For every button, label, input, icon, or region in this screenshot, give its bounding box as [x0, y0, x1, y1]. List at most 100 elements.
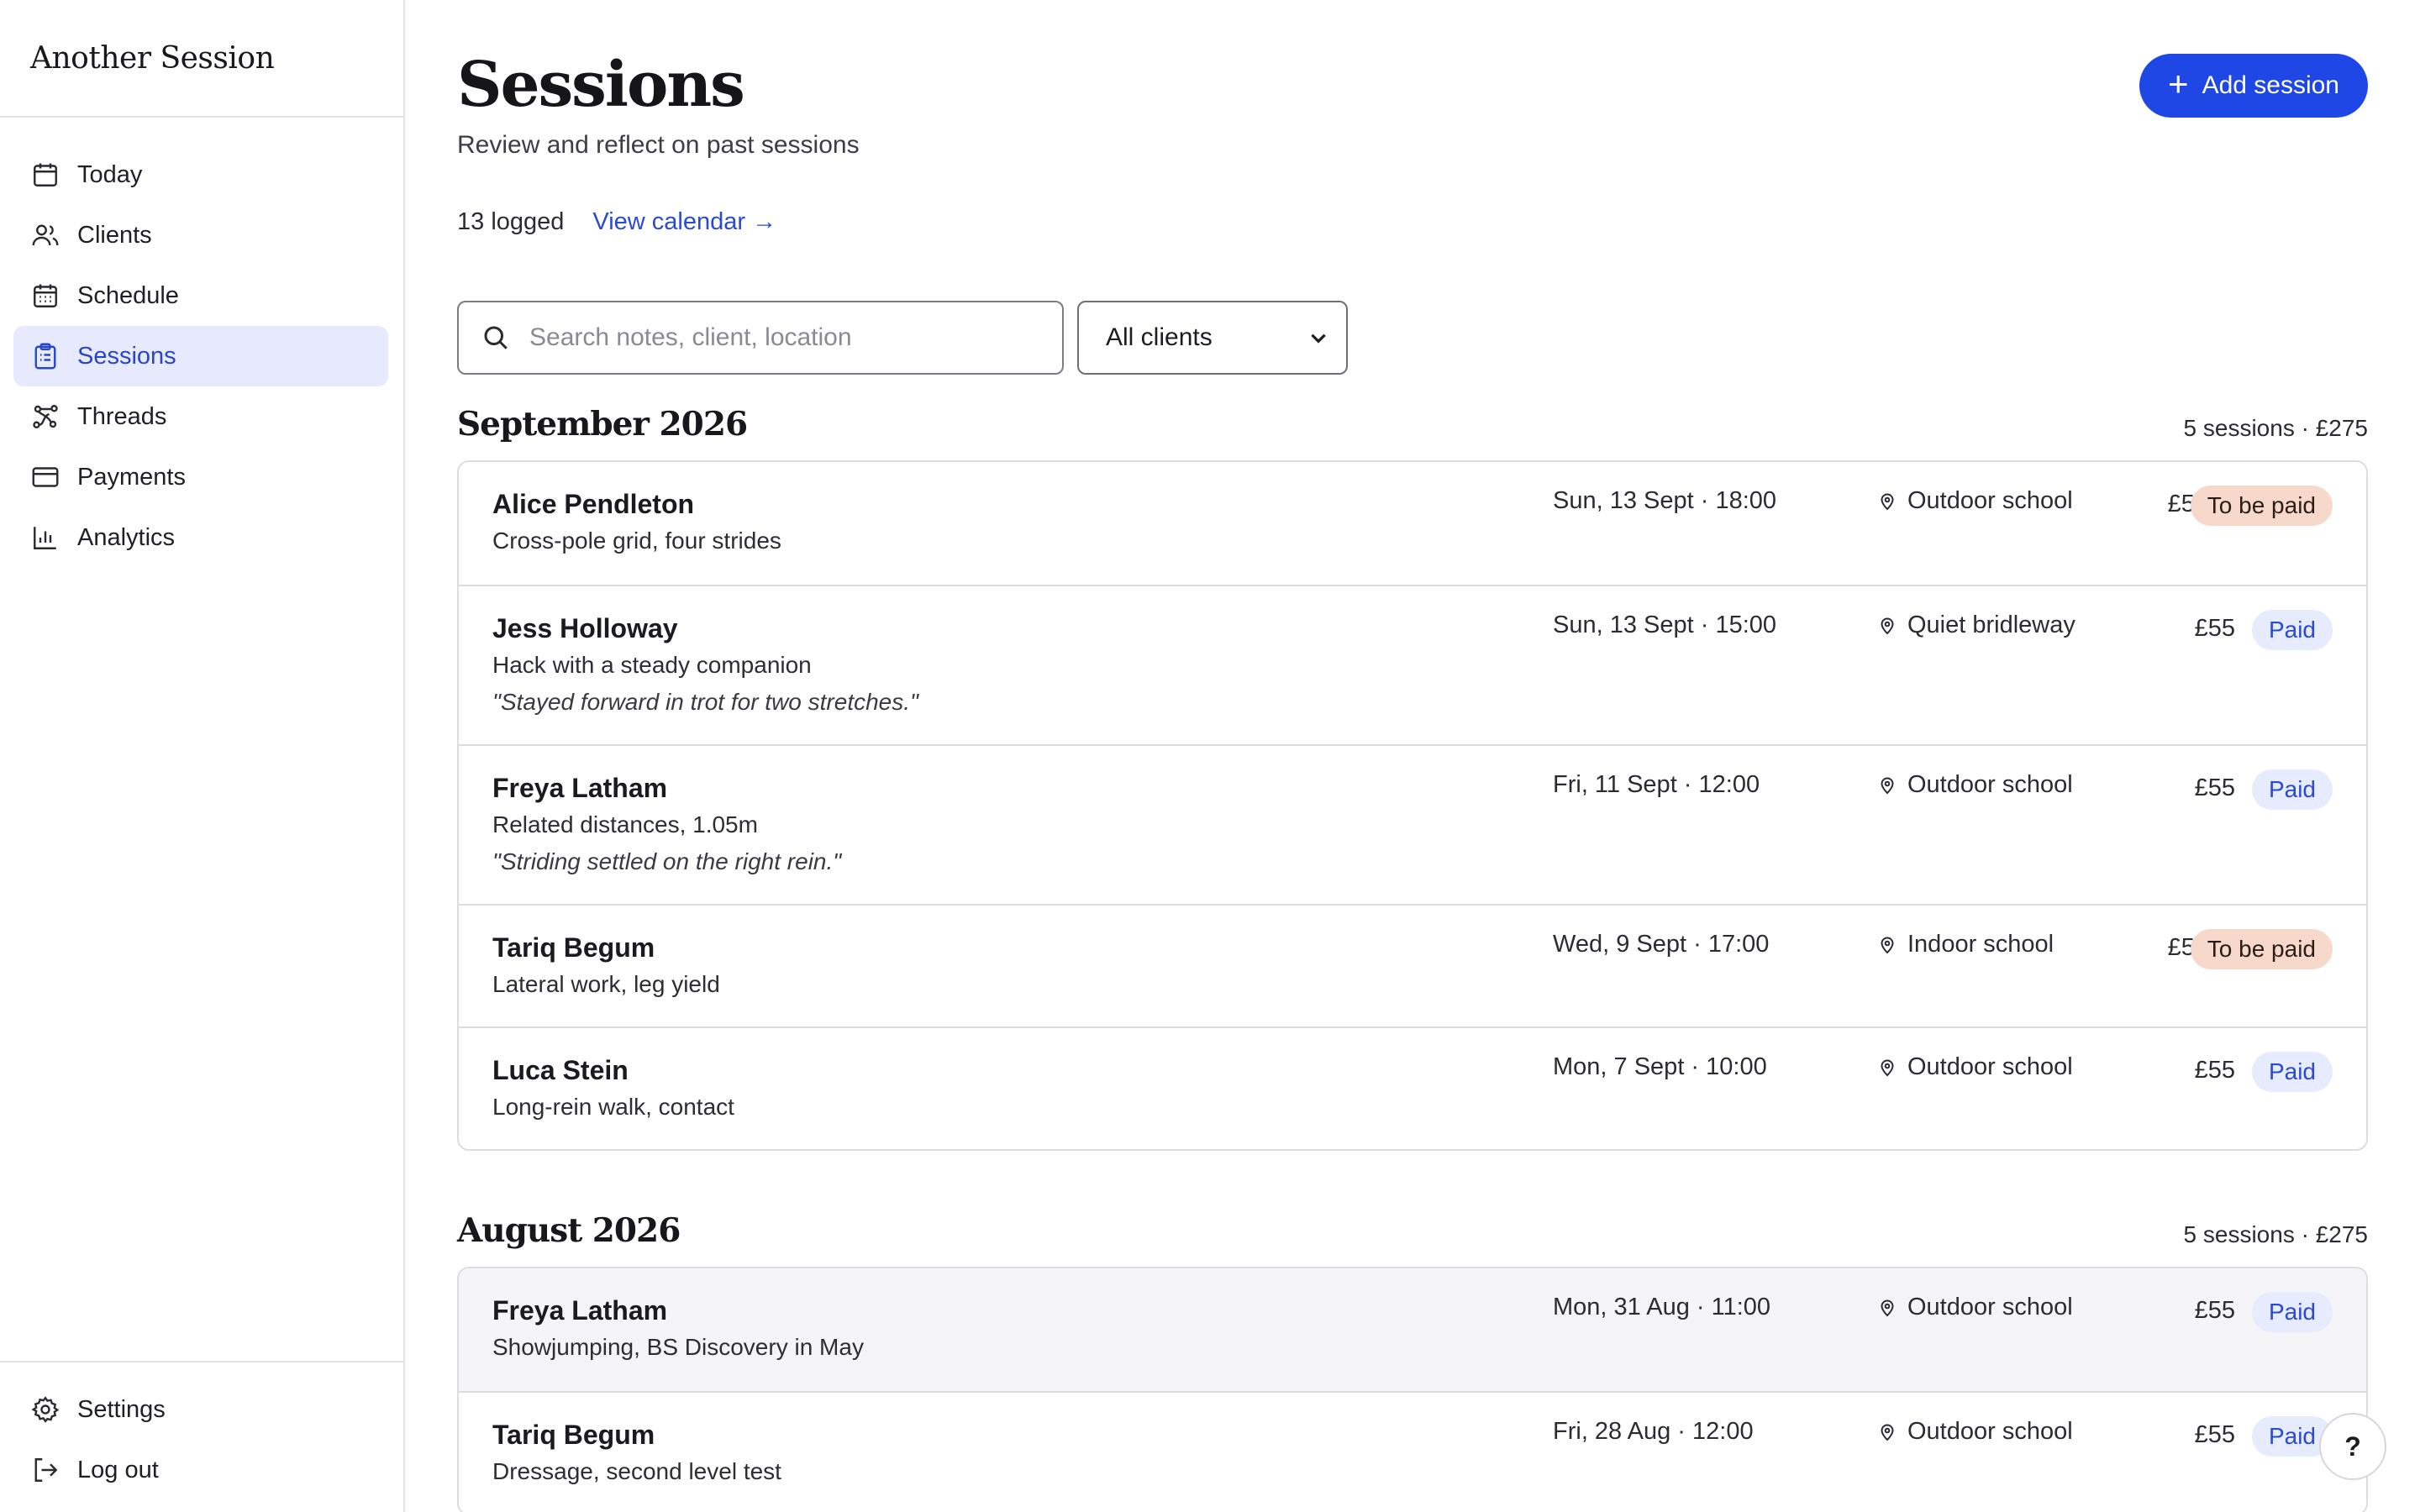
- group-header: September 2026 5 sessions · £275: [457, 396, 2368, 444]
- session-location: Outdoor school: [1877, 487, 2073, 515]
- session-row[interactable]: Luca Stein Long-rein walk, contact Mon, …: [459, 1026, 2366, 1149]
- location-label: Outdoor school: [1907, 1294, 2073, 1320]
- sidebar-item-label: Payments: [77, 463, 186, 491]
- sidebar-item-label: Threads: [77, 402, 167, 430]
- session-price: £55: [2194, 1057, 2235, 1084]
- status-badge: Paid: [2251, 1052, 2333, 1092]
- client-name: Jess Holloway: [492, 613, 678, 643]
- session-row[interactable]: Tariq Begum Dressage, second level test …: [459, 1391, 2366, 1512]
- map-pin-icon: [1881, 617, 1894, 634]
- map-pin-icon: [1881, 1299, 1894, 1316]
- map-pin-icon: [1881, 937, 1894, 953]
- clipboard-icon: [34, 343, 56, 370]
- session-row[interactable]: Jess Holloway Hack with a steady compani…: [459, 585, 2366, 744]
- help-button[interactable]: ?: [2319, 1413, 2386, 1480]
- threads-icon: [33, 405, 58, 428]
- add-session-label: Add session: [2202, 71, 2339, 99]
- location-label: Quiet bridleway: [1907, 612, 2075, 638]
- sidebar-item-payments[interactable]: Payments: [13, 447, 388, 507]
- group-title: September 2026: [457, 405, 748, 444]
- sidebar-item-today[interactable]: Today: [13, 144, 388, 205]
- sidebar-item-logout[interactable]: Log out: [13, 1440, 388, 1500]
- client-name: Tariq Begum: [492, 1420, 655, 1450]
- session-location: Outdoor school: [1877, 1294, 2073, 1321]
- client-filter-value: All clients: [1106, 323, 1213, 351]
- session-description: Dressage, second level test: [492, 1458, 781, 1484]
- session-reflection: "Striding settled on the right rein.": [492, 848, 842, 874]
- session-description: Showjumping, BS Discovery in May: [492, 1334, 864, 1360]
- session-reflection: "Stayed forward in trot for two stretche…: [492, 689, 918, 715]
- client-name: Tariq Begum: [492, 932, 655, 963]
- status-badge: To be paid: [2190, 486, 2333, 526]
- sidebar-footer: Settings Log out: [0, 1361, 403, 1500]
- users-icon: [32, 224, 59, 246]
- session-group-august: August 2026 5 sessions · £275 Freya Lath…: [457, 1203, 2368, 1512]
- session-description: Cross-pole grid, four strides: [492, 528, 781, 554]
- session-row[interactable]: Alice Pendleton Cross-pole grid, four st…: [459, 462, 2366, 585]
- session-group-september: September 2026 5 sessions · £275 Alice P…: [457, 396, 2368, 1151]
- location-label: Indoor school: [1907, 931, 2054, 958]
- session-summary: 13 logged View calendar →: [457, 208, 776, 236]
- bar-chart-icon: [34, 527, 56, 549]
- session-datetime: Fri, 11 Sept · 12:00: [1553, 771, 1760, 798]
- sidebar-nav: Today Clients Schedule Sessions Threads …: [0, 118, 403, 568]
- session-row[interactable]: Tariq Begum Lateral work, leg yield Wed,…: [459, 904, 2366, 1026]
- status-badge: To be paid: [2190, 929, 2333, 969]
- status-badge: Paid: [2251, 769, 2333, 810]
- map-pin-icon: [1881, 1424, 1894, 1441]
- sidebar-item-schedule[interactable]: Schedule: [13, 265, 388, 326]
- session-location: Outdoor school: [1877, 771, 2073, 799]
- group-summary: 5 sessions · £275: [2183, 1221, 2368, 1247]
- gear-icon: [31, 1396, 60, 1423]
- main-content: Sessions Review and reflect on past sess…: [405, 0, 2420, 1512]
- sidebar-item-label: Analytics: [77, 523, 176, 551]
- session-price: £55: [2194, 1297, 2235, 1324]
- location-label: Outdoor school: [1907, 1053, 2073, 1080]
- session-description: Lateral work, leg yield: [492, 971, 720, 997]
- client-name: Freya Latham: [492, 773, 668, 803]
- group-header: August 2026 5 sessions · £275: [457, 1203, 2368, 1250]
- session-description: Related distances, 1.05m: [492, 811, 758, 837]
- session-datetime: Sun, 13 Sept · 18:00: [1553, 487, 1777, 514]
- search-field[interactable]: [457, 301, 1064, 375]
- status-badge: Paid: [2251, 610, 2333, 650]
- view-calendar-link[interactable]: View calendar →: [592, 208, 776, 236]
- sidebar: Another Session Today Clients Schedule S…: [0, 0, 405, 1512]
- chevron-down-icon: [1311, 333, 1326, 344]
- session-datetime: Sun, 13 Sept · 15:00: [1553, 612, 1777, 638]
- location-label: Outdoor school: [1907, 1418, 2073, 1445]
- map-pin-icon: [1881, 777, 1894, 794]
- session-datetime: Mon, 31 Aug · 11:00: [1553, 1294, 1771, 1320]
- map-pin-icon: [1881, 1059, 1894, 1076]
- client-name: Luca Stein: [492, 1055, 629, 1085]
- search-icon: [484, 326, 508, 349]
- session-list: Alice Pendleton Cross-pole grid, four st…: [457, 460, 2368, 1151]
- session-description: Long-rein walk, contact: [492, 1094, 734, 1120]
- session-price: £55: [2194, 1421, 2235, 1448]
- session-price: £55: [2194, 615, 2235, 642]
- session-description: Hack with a steady companion: [492, 652, 812, 678]
- session-location: Quiet bridleway: [1877, 612, 2075, 639]
- logout-icon: [34, 1458, 58, 1482]
- session-price: £55: [2194, 774, 2235, 801]
- session-row[interactable]: Freya Latham Showjumping, BS Discovery i…: [459, 1268, 2366, 1391]
- add-session-button[interactable]: + Add session: [2139, 54, 2368, 118]
- sidebar-item-label: Settings: [77, 1395, 166, 1423]
- group-summary: 5 sessions · £275: [2183, 415, 2368, 441]
- sidebar-item-clients[interactable]: Clients: [13, 205, 388, 265]
- sidebar-item-settings[interactable]: Settings: [13, 1379, 388, 1440]
- sidebar-item-threads[interactable]: Threads: [13, 386, 388, 447]
- search-input[interactable]: [529, 323, 1062, 352]
- session-row[interactable]: Freya Latham Related distances, 1.05m "S…: [459, 744, 2366, 904]
- client-filter-select[interactable]: All clients: [1077, 301, 1348, 375]
- sidebar-item-label: Clients: [77, 221, 152, 249]
- sidebar-item-label: Schedule: [77, 281, 179, 309]
- group-title: August 2026: [457, 1211, 681, 1250]
- calendar-grid-icon: [34, 284, 57, 307]
- logged-count: 13 logged: [457, 208, 565, 235]
- sidebar-item-sessions[interactable]: Sessions: [13, 326, 388, 386]
- session-datetime: Wed, 9 Sept · 17:00: [1553, 931, 1770, 958]
- sidebar-item-label: Sessions: [77, 342, 176, 370]
- session-location: Indoor school: [1877, 931, 2054, 958]
- sidebar-item-analytics[interactable]: Analytics: [13, 507, 388, 568]
